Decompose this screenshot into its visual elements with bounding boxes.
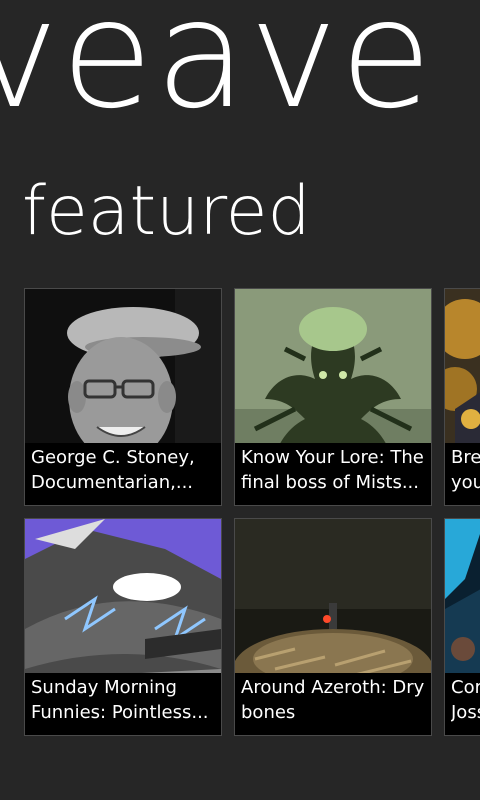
tile-caption-line2: you: [451, 472, 480, 493]
section-title: featured: [22, 172, 311, 251]
featured-tile-4[interactable]: Sunday Morning Funnies: Pointless...: [24, 518, 222, 736]
tile-caption-line1: George C. Stoney,: [31, 447, 195, 468]
tile-caption-line1: Cor: [451, 677, 480, 698]
tile-caption-line2: Documentarian,...: [31, 472, 194, 493]
featured-tile-3[interactable]: Bre you: [444, 288, 480, 506]
tile-caption: Around Azeroth: Dry bones: [235, 673, 431, 735]
featured-tile-1[interactable]: George C. Stoney, Documentarian,...: [24, 288, 222, 506]
tile-caption-line1: Bre: [451, 447, 480, 468]
app-title: veave: [0, 0, 435, 142]
tile-caption-line1: Know Your Lore: The: [241, 447, 424, 468]
tile-caption: George C. Stoney, Documentarian,...: [25, 443, 221, 505]
featured-tile-2[interactable]: Know Your Lore: The final boss of Mists.…: [234, 288, 432, 506]
featured-tile-5[interactable]: Around Azeroth: Dry bones: [234, 518, 432, 736]
tile-caption: Sunday Morning Funnies: Pointless...: [25, 673, 221, 735]
tile-caption-line2: Joss: [451, 702, 480, 723]
featured-tile-6[interactable]: Cor Joss: [444, 518, 480, 736]
tile-caption-line2: final boss of Mists...: [241, 472, 419, 493]
tile-caption-line1: Around Azeroth: Dry: [241, 677, 425, 698]
tile-caption-line1: Sunday Morning: [31, 677, 177, 698]
tile-caption: Cor Joss: [445, 673, 480, 735]
tile-caption-line2: Funnies: Pointless...: [31, 702, 209, 723]
tile-caption-line2: bones: [241, 702, 296, 723]
tile-caption: Know Your Lore: The final boss of Mists.…: [235, 443, 431, 505]
app-page: veave featured George C. Stoney, Documen…: [0, 0, 480, 800]
tile-caption: Bre you: [445, 443, 480, 505]
